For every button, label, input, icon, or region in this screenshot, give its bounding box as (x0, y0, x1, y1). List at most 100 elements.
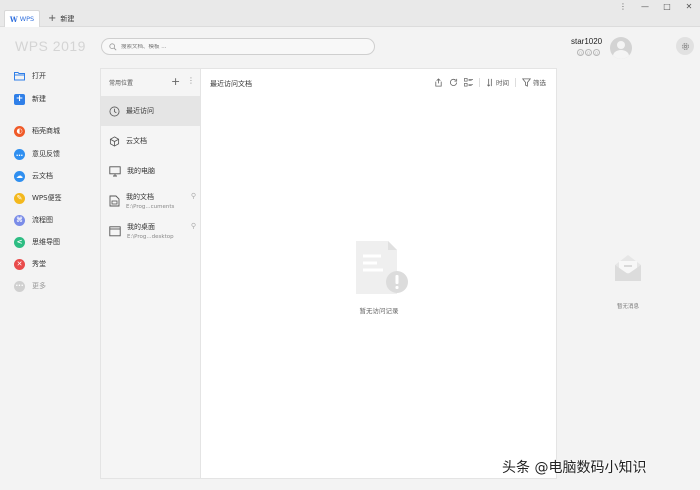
sidebar-item-cloud[interactable]: ☁ 云文档 (14, 169, 53, 183)
chat-icon: … (14, 148, 25, 160)
location-my-computer[interactable]: 我的电脑 (101, 156, 200, 186)
pin-icon[interactable]: ⚲ (191, 192, 196, 200)
watermark-text: 头条 @电脑数码小知识 (502, 460, 647, 476)
sidebar-item-open[interactable]: 打开 (14, 69, 46, 83)
tab-wps-label: WPS (19, 15, 35, 23)
toolbar: 时间 筛选 (434, 76, 546, 88)
more-options-icon[interactable]: ⋮ (187, 76, 195, 85)
location-label: 最近访问 (126, 107, 154, 115)
refresh-button[interactable] (449, 78, 458, 87)
sidebar-item-label: 云文档 (32, 172, 53, 180)
user-badges: ○ ○ ○ (577, 49, 600, 56)
refresh-icon (449, 78, 458, 86)
brand-title: WPS 2019 (15, 38, 86, 54)
folder-open-icon (14, 71, 25, 82)
add-location-button[interactable]: + (171, 75, 180, 88)
maximize-button[interactable]: □ (656, 0, 678, 12)
recent-documents-panel: 最近访问文档 时间 筛选 暂无访问记录 (201, 68, 557, 479)
empty-document-icon (356, 241, 408, 294)
new-tab-label: 新建 (60, 15, 75, 23)
location-label: 我的文档 (126, 193, 154, 201)
search-input[interactable] (121, 43, 321, 50)
empty-state-text: 暂无访问记录 (359, 307, 399, 315)
location-label: 云文档 (126, 137, 147, 145)
location-recent[interactable]: 最近访问 (101, 96, 200, 126)
sort-label: 时间 (496, 79, 509, 87)
sidebar-item-notes[interactable]: ✎ WPS便签 (14, 191, 62, 205)
location-text: 我的桌面 E:\Prog...desktop (127, 222, 174, 240)
cube-icon (109, 135, 120, 147)
badge-icon[interactable]: ○ (577, 49, 584, 56)
view-toggle-button[interactable] (464, 77, 473, 87)
sidebar-item-more[interactable]: ··· 更多 (14, 279, 46, 293)
wps-logo-icon: W (9, 14, 18, 24)
location-my-documents[interactable]: 我的文档 E:\Prog...cuments ⚲ (101, 186, 200, 216)
sidebar-item-label: 意见反馈 (32, 150, 60, 158)
toolbar-divider (515, 77, 516, 87)
sidebar-item-mindmap[interactable]: < 思维导图 (14, 235, 60, 249)
sidebar-item-label: 新建 (32, 95, 46, 103)
upload-icon (435, 77, 442, 87)
sidebar-item-label: WPS便签 (32, 194, 62, 202)
more-icon: ··· (14, 280, 25, 292)
location-label: 我的桌面 (127, 223, 155, 231)
locations-panel: 常用位置 + ⋮ 最近访问 云文档 我的电脑 我的文档 E:\Prog...cu… (100, 68, 201, 479)
locations-header: 常用位置 (109, 80, 134, 87)
cloud-icon: ☁ (14, 170, 25, 182)
sidebar-item-label: 打开 (32, 72, 46, 80)
sidebar-item-label: 思维导图 (32, 238, 60, 246)
sidebar-item-label: 更多 (32, 282, 46, 290)
badge-icon[interactable]: ○ (593, 49, 600, 56)
title-bar: W WPS + 新建 ⋮ — □ ✕ (0, 0, 700, 27)
location-cloud[interactable]: 云文档 (101, 126, 200, 156)
xiutang-icon: ✕ (14, 258, 25, 270)
pencil-icon: ✎ (14, 192, 25, 204)
monitor-icon (109, 165, 121, 176)
sidebar-item-label: 秀堂 (32, 260, 46, 268)
document-folder-icon (109, 195, 120, 207)
sidebar-item-feedback[interactable]: … 意见反馈 (14, 147, 60, 161)
minimize-button[interactable]: — (634, 0, 656, 12)
location-label: 我的电脑 (127, 167, 155, 175)
desktop-icon (109, 225, 121, 236)
settings-button[interactable] (676, 37, 694, 55)
sort-icon (487, 78, 492, 87)
clock-icon (109, 106, 120, 116)
sidebar-item-flowchart[interactable]: ⌘ 流程图 (14, 213, 53, 227)
filter-button[interactable]: 筛选 (522, 77, 546, 87)
window-controls: ⋮ — □ ✕ (612, 0, 700, 12)
plus-icon: + (48, 13, 57, 24)
sidebar-item-store[interactable]: ◐ 稻壳商城 (14, 124, 60, 138)
filter-label: 筛选 (533, 79, 546, 87)
avatar[interactable] (610, 37, 632, 59)
new-tab-button[interactable]: + 新建 (48, 12, 74, 26)
list-view-icon (464, 77, 473, 86)
sidebar-item-label: 稻壳商城 (32, 127, 60, 135)
username[interactable]: star1020 (571, 37, 602, 46)
pin-icon[interactable]: ⚲ (191, 222, 196, 230)
location-path: E:\Prog...desktop (127, 234, 174, 240)
empty-messages-text: 暂无消息 (616, 304, 639, 310)
plus-square-icon: + (14, 93, 25, 105)
search-icon (109, 42, 117, 50)
location-my-desktop[interactable]: 我的桌面 E:\Prog...desktop ⚲ (101, 216, 200, 246)
search-box[interactable] (101, 38, 375, 55)
upload-button[interactable] (434, 77, 443, 87)
filter-icon (522, 77, 531, 87)
location-text: 我的文档 E:\Prog...cuments (126, 192, 174, 210)
store-icon: ◐ (14, 125, 25, 137)
sort-by-time-button[interactable]: 时间 (486, 77, 509, 87)
sidebar-item-label: 流程图 (32, 216, 53, 224)
sidebar-item-new[interactable]: + 新建 (14, 92, 46, 106)
tab-wps-home[interactable]: W WPS (4, 10, 40, 27)
page-title: 最近访问文档 (210, 80, 252, 88)
location-path: E:\Prog...cuments (126, 204, 175, 210)
mindmap-icon: < (14, 236, 25, 248)
menu-button[interactable]: ⋮ (612, 0, 634, 12)
empty-message-icon (615, 255, 641, 281)
toolbar-divider (479, 77, 480, 87)
gear-icon (681, 42, 689, 50)
badge-icon[interactable]: ○ (585, 49, 592, 56)
sidebar-item-xiutang[interactable]: ✕ 秀堂 (14, 257, 46, 271)
close-button[interactable]: ✕ (678, 0, 700, 12)
